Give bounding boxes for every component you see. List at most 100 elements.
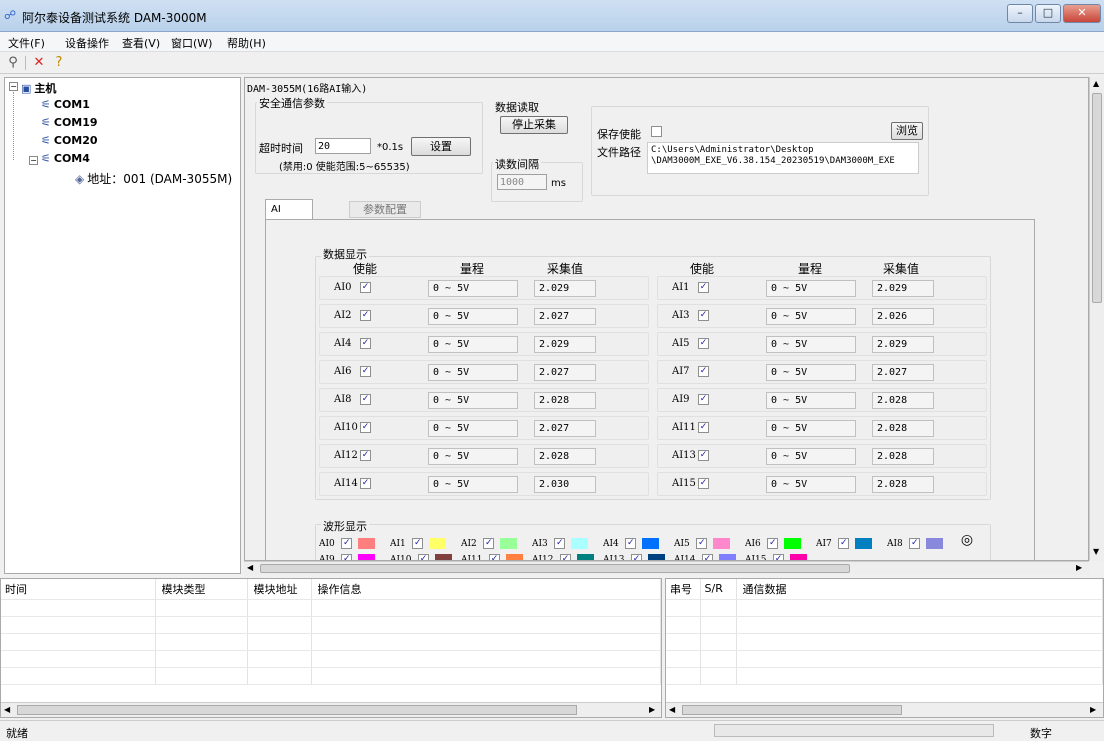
channel-range-field[interactable]: 0 ~ 5V (428, 448, 518, 465)
channel-range-field[interactable]: 0 ~ 5V (428, 476, 518, 493)
channel-range-field[interactable]: 0 ~ 5V (766, 392, 856, 409)
help-icon[interactable]: ? (50, 55, 68, 71)
wave-series-checkbox[interactable]: ✓ (767, 537, 779, 549)
channel-enable-checkbox[interactable]: ✓ (698, 422, 709, 433)
wave-series-checkbox[interactable]: ✓ (554, 537, 566, 549)
scroll-left-icon[interactable]: ◀ (669, 705, 675, 714)
menu-view[interactable]: 查看(V) (122, 35, 160, 51)
wave-series-checkbox[interactable]: ✓ (483, 537, 495, 549)
comm-header-serial[interactable]: 串号 (666, 579, 701, 600)
comm-data-table[interactable]: 串号 S/R 通信数据 ◀ ▶ (665, 578, 1104, 718)
stop-capture-button[interactable]: 停止采集 (500, 116, 568, 134)
channel-range-field[interactable]: 0 ~ 5V (766, 448, 856, 465)
tree-device-address[interactable]: ◈ 地址：001 (DAM-3055M) (75, 170, 232, 187)
menu-device[interactable]: 设备操作 (65, 35, 109, 51)
tree-root[interactable]: ▣ 主机 (21, 80, 56, 96)
wave-series-checkbox[interactable]: ✓ (560, 553, 572, 560)
wave-series-swatch[interactable] (712, 537, 730, 549)
wave-series-swatch[interactable] (641, 537, 659, 549)
collapse-toggle[interactable]: − (29, 156, 38, 165)
wave-series-swatch[interactable] (854, 537, 872, 549)
channel-enable-checkbox[interactable]: ✓ (360, 394, 371, 405)
log-header-module-address[interactable]: 模块地址 (247, 579, 312, 600)
channel-range-field[interactable]: 0 ~ 5V (766, 336, 856, 353)
scroll-right-icon[interactable]: ▶ (1076, 563, 1082, 572)
search-icon[interactable]: ⚲ (4, 55, 22, 71)
scroll-thumb[interactable] (17, 705, 577, 715)
wave-series-swatch[interactable] (925, 537, 943, 549)
channel-range-field[interactable]: 0 ~ 5V (428, 280, 518, 297)
wave-series-checkbox[interactable]: ✓ (418, 553, 430, 560)
channel-range-field[interactable]: 0 ~ 5V (766, 476, 856, 493)
set-button[interactable]: 设置 (411, 137, 471, 156)
vertical-scrollbar[interactable]: ▲ ▼ (1089, 77, 1104, 561)
scroll-right-icon[interactable]: ▶ (649, 705, 655, 714)
collapse-toggle[interactable]: − (9, 82, 18, 91)
log-header-time[interactable]: 时间 (1, 579, 156, 600)
scroll-right-icon[interactable]: ▶ (1090, 705, 1096, 714)
wave-series-checkbox[interactable]: ✓ (625, 537, 637, 549)
tab-ai[interactable]: AI (265, 199, 313, 219)
channel-range-field[interactable]: 0 ~ 5V (766, 420, 856, 437)
log-header-operation-info[interactable]: 操作信息 (311, 579, 661, 600)
operation-log-table[interactable]: 时间 模块类型 模块地址 操作信息 ◀ ▶ (0, 578, 662, 718)
wave-series-swatch[interactable] (647, 553, 665, 560)
wave-series-swatch[interactable] (718, 553, 736, 560)
channel-enable-checkbox[interactable]: ✓ (698, 338, 709, 349)
wave-series-checkbox[interactable]: ✓ (909, 537, 921, 549)
channel-range-field[interactable]: 0 ~ 5V (766, 308, 856, 325)
wave-series-checkbox[interactable]: ✓ (341, 537, 353, 549)
scroll-thumb[interactable] (260, 564, 850, 573)
file-path-field[interactable]: C:\Users\Administrator\Desktop \DAM3000M… (647, 142, 919, 174)
channel-range-field[interactable]: 0 ~ 5V (428, 336, 518, 353)
channel-range-field[interactable]: 0 ~ 5V (428, 364, 518, 381)
comm-header-sr[interactable]: S/R (700, 579, 737, 600)
channel-enable-checkbox[interactable]: ✓ (698, 478, 709, 489)
timeout-input[interactable] (315, 138, 371, 154)
wave-series-checkbox[interactable]: ✓ (696, 537, 708, 549)
browse-button[interactable]: 浏览 (891, 122, 923, 140)
wave-series-checkbox[interactable]: ✓ (702, 553, 714, 560)
channel-enable-checkbox[interactable]: ✓ (360, 282, 371, 293)
channel-range-field[interactable]: 0 ~ 5V (428, 420, 518, 437)
wave-series-checkbox[interactable]: ✓ (412, 537, 424, 549)
scroll-up-icon[interactable]: ▲ (1093, 79, 1099, 88)
scroll-left-icon[interactable]: ◀ (4, 705, 10, 714)
scroll-left-icon[interactable]: ◀ (247, 563, 253, 572)
wave-series-swatch[interactable] (499, 537, 517, 549)
channel-enable-checkbox[interactable]: ✓ (360, 338, 371, 349)
comm-hscrollbar[interactable]: ◀ ▶ (666, 702, 1103, 717)
wave-series-swatch[interactable] (434, 553, 452, 560)
scroll-thumb[interactable] (682, 705, 902, 715)
close-button[interactable]: ✕ (1063, 4, 1101, 23)
tree-port-com4[interactable]: ⚟ COM4 (41, 152, 90, 165)
comm-header-data[interactable]: 通信数据 (736, 579, 1103, 600)
wave-series-checkbox[interactable]: ✓ (631, 553, 643, 560)
delete-icon[interactable]: ✕ (30, 55, 48, 71)
wave-series-swatch[interactable] (428, 537, 446, 549)
channel-range-field[interactable]: 0 ~ 5V (428, 392, 518, 409)
tree-port-com20[interactable]: ⚟ COM20 (41, 134, 98, 147)
log-header-module-type[interactable]: 模块类型 (155, 579, 248, 600)
channel-enable-checkbox[interactable]: ✓ (698, 394, 709, 405)
capture-icon[interactable]: ◎ (955, 532, 979, 552)
channel-enable-checkbox[interactable]: ✓ (698, 310, 709, 321)
scroll-down-icon[interactable]: ▼ (1093, 547, 1099, 556)
channel-enable-checkbox[interactable]: ✓ (360, 310, 371, 321)
menu-help[interactable]: 帮助(H) (227, 35, 266, 51)
scroll-thumb[interactable] (1092, 93, 1102, 303)
interval-input[interactable] (497, 174, 547, 190)
save-enable-checkbox[interactable] (651, 126, 662, 137)
channel-enable-checkbox[interactable]: ✓ (360, 366, 371, 377)
channel-enable-checkbox[interactable]: ✓ (360, 422, 371, 433)
wave-series-checkbox[interactable]: ✓ (838, 537, 850, 549)
wave-series-swatch[interactable] (505, 553, 523, 560)
wave-series-checkbox[interactable]: ✓ (341, 553, 353, 560)
menu-file[interactable]: 文件(F) (8, 35, 45, 51)
tree-port-com19[interactable]: ⚟ COM19 (41, 116, 98, 129)
tab-param-config[interactable]: 参数配置 (349, 201, 421, 218)
minimize-button[interactable]: – (1007, 4, 1033, 23)
channel-range-field[interactable]: 0 ~ 5V (428, 308, 518, 325)
menu-window[interactable]: 窗口(W) (171, 35, 212, 51)
channel-range-field[interactable]: 0 ~ 5V (766, 280, 856, 297)
